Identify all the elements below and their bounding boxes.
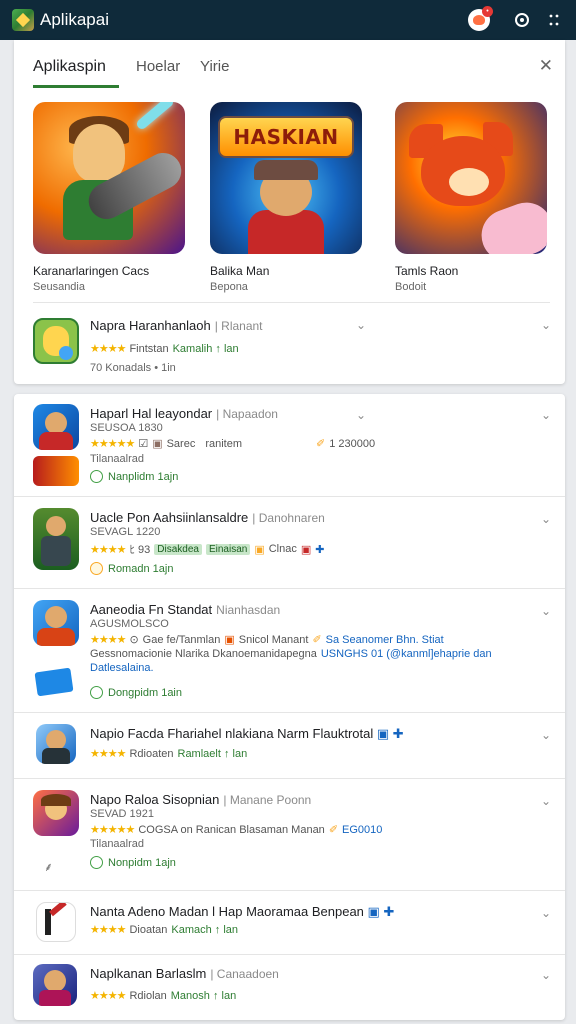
- chevron-down-icon[interactable]: ⌄: [356, 408, 366, 422]
- list-item-code: SEVAD 1921: [90, 808, 155, 820]
- list-item-meta: ★★★★ ⊙ Gae fe/Tanmlan ▣ Snicol Manant ✐ Sa …: [90, 633, 444, 647]
- app-icon: [36, 724, 76, 764]
- chevron-down-icon[interactable]: ⌄: [541, 794, 551, 808]
- app-icon: [33, 508, 79, 570]
- featured-category: Bepona: [210, 281, 248, 293]
- chevron-down-icon[interactable]: ⌄: [356, 318, 366, 332]
- tab-aplikaspin[interactable]: Aplikaspin: [33, 58, 106, 76]
- app-logo-icon: [12, 9, 34, 31]
- featured-item[interactable]: Tamls Raon Bodoit: [395, 102, 547, 293]
- chevron-down-icon[interactable]: ⌄: [541, 408, 551, 422]
- featured-category: Bodoit: [395, 281, 427, 293]
- app-list-card: Haparl Hal leayondar | Napaadon SEUSOA 18…: [14, 394, 565, 1020]
- divider: [33, 302, 550, 303]
- close-icon[interactable]: ✕: [539, 56, 553, 76]
- list-item-meta: ★★★★ Rdioaten Ramlaelt ↑ lan: [90, 747, 248, 761]
- installs-text: 70 Konadals • 1in: [90, 362, 176, 374]
- featured-item[interactable]: HASKIAN Balika Man Bepona: [210, 102, 362, 293]
- app-bar: Aplikapai •: [0, 0, 576, 40]
- featured-name: Karanarlaringen Cacs: [33, 264, 150, 278]
- featured-item[interactable]: Karanarlaringen Cacs Seusandia: [33, 102, 185, 293]
- help-icon[interactable]: [512, 10, 532, 30]
- divider: [14, 588, 565, 589]
- list-item-title: Naplkanan Barlaslm | Canaadoen: [90, 966, 279, 981]
- status-label: Nonpidm 1ajn: [90, 856, 176, 869]
- divider: [14, 712, 565, 713]
- list-item-note: Tilanaalrad: [90, 453, 145, 465]
- list-item-meta: ★★★★★ ☑ ▣ Sarec ranitem: [90, 437, 243, 451]
- featured-banner-text: HASKIAN: [233, 125, 339, 149]
- status-label: Nanplidm 1ajn: [90, 470, 178, 483]
- divider: [14, 890, 565, 891]
- featured-card: Aplikaspin Hoelar Yirie ✕ Karanarlaringe…: [14, 40, 565, 384]
- status-green-text: Kamalih ↑ lan: [172, 342, 239, 355]
- list-item-title: Uacle Pon Aahsiinlansaldre | Danohnaren: [90, 510, 325, 525]
- chevron-down-icon[interactable]: ⌄: [541, 604, 551, 618]
- status-label: Romadn 1ajn: [90, 562, 173, 575]
- avatar[interactable]: •: [468, 6, 493, 31]
- status-label: Dongpidm 1ain: [90, 686, 182, 699]
- tab-hoelar[interactable]: Hoelar: [136, 58, 180, 75]
- featured-name: Balika Man: [210, 264, 270, 278]
- featured-artwork: HASKIAN: [210, 102, 362, 254]
- tab-bar: Aplikaspin Hoelar Yirie ✕: [14, 40, 565, 88]
- chevron-down-icon[interactable]: ⌄: [541, 906, 551, 920]
- list-item-note: Datlesalaina.: [90, 662, 154, 674]
- app-icon: [33, 404, 79, 450]
- featured-category: Seusandia: [33, 281, 85, 293]
- divider: [14, 778, 565, 779]
- notification-badge: •: [482, 6, 493, 17]
- divider: [14, 496, 565, 497]
- chevron-down-icon[interactable]: ⌄: [541, 512, 551, 526]
- app-icon: [33, 964, 77, 1006]
- list-item-meta: ★★★★★ COGSA on Ranican Blasaman Manan ✐ …: [90, 823, 383, 837]
- list-item-title: Aaneodia Fn Standat Nianhasdan: [90, 602, 281, 617]
- list-item-title: Napio Facda Fhariahel nlakiana Narm Flau…: [90, 726, 404, 741]
- star-rating-icon: ★★★★: [90, 343, 126, 355]
- more-vert-icon[interactable]: [544, 10, 564, 30]
- app-icon-secondary: [33, 456, 79, 486]
- list-item-code: SEUSOA 1830: [90, 422, 163, 434]
- list-item-code: AGUSMOLSCO: [90, 618, 169, 630]
- list-item-note: Tilanaalrad: [90, 838, 145, 850]
- chevron-down-icon[interactable]: ⌄: [541, 728, 551, 742]
- chevron-down-icon[interactable]: ⌄: [541, 318, 551, 332]
- chevron-down-icon[interactable]: ⌄: [541, 968, 551, 982]
- app-icon: [33, 600, 79, 646]
- list-item-title: Napo Raloa Sisopnian | Manane Poonn: [90, 792, 312, 807]
- list-item-title: Haparl Hal leayondar | Napaadon: [90, 406, 278, 421]
- app-icon: [33, 318, 79, 364]
- list-item-title: Nanta Adeno Madan l Hap Maoramaa Benpean…: [90, 904, 395, 919]
- promo-badge-icon: [34, 667, 74, 697]
- app-icon: [33, 790, 79, 836]
- featured-artwork: [33, 102, 185, 254]
- list-item-meta: ★★★★ Dioatan Kamach ↑ lan: [90, 923, 239, 937]
- decorative-glyph-icon: ⸙: [44, 860, 54, 874]
- tab-yirie[interactable]: Yirie: [200, 58, 229, 75]
- list-item-title: Napra Haranhanlaoh | Rlanant: [90, 318, 263, 333]
- featured-name: Tamls Raon: [395, 264, 459, 278]
- list-item-code: SEVAGL 1220: [90, 526, 161, 538]
- list-item-meta: ★★★★ Rdiolan Manosh ↑ lan: [90, 989, 237, 1003]
- app-icon: [36, 902, 76, 942]
- list-item-detail: Gessnomacionie Nlarika Dkanoemanidapegna…: [90, 648, 492, 660]
- tag-badge: Disakdea: [154, 543, 202, 555]
- list-item-right: ✐ 1 230000: [316, 437, 376, 451]
- featured-artwork: [395, 102, 547, 254]
- divider: [14, 954, 565, 955]
- tag-badge: Einaisan: [205, 543, 251, 555]
- app-title: Aplikapai: [40, 10, 109, 29]
- list-item-meta: ★★★★ ﾋ 93 Disakdea Einaisan ▣ Clnac ▣ ✚: [90, 543, 325, 556]
- active-tab-indicator: [33, 85, 119, 88]
- list-item-meta: ★★★★ Fintstan Kamalih ↑ lan: [90, 342, 239, 356]
